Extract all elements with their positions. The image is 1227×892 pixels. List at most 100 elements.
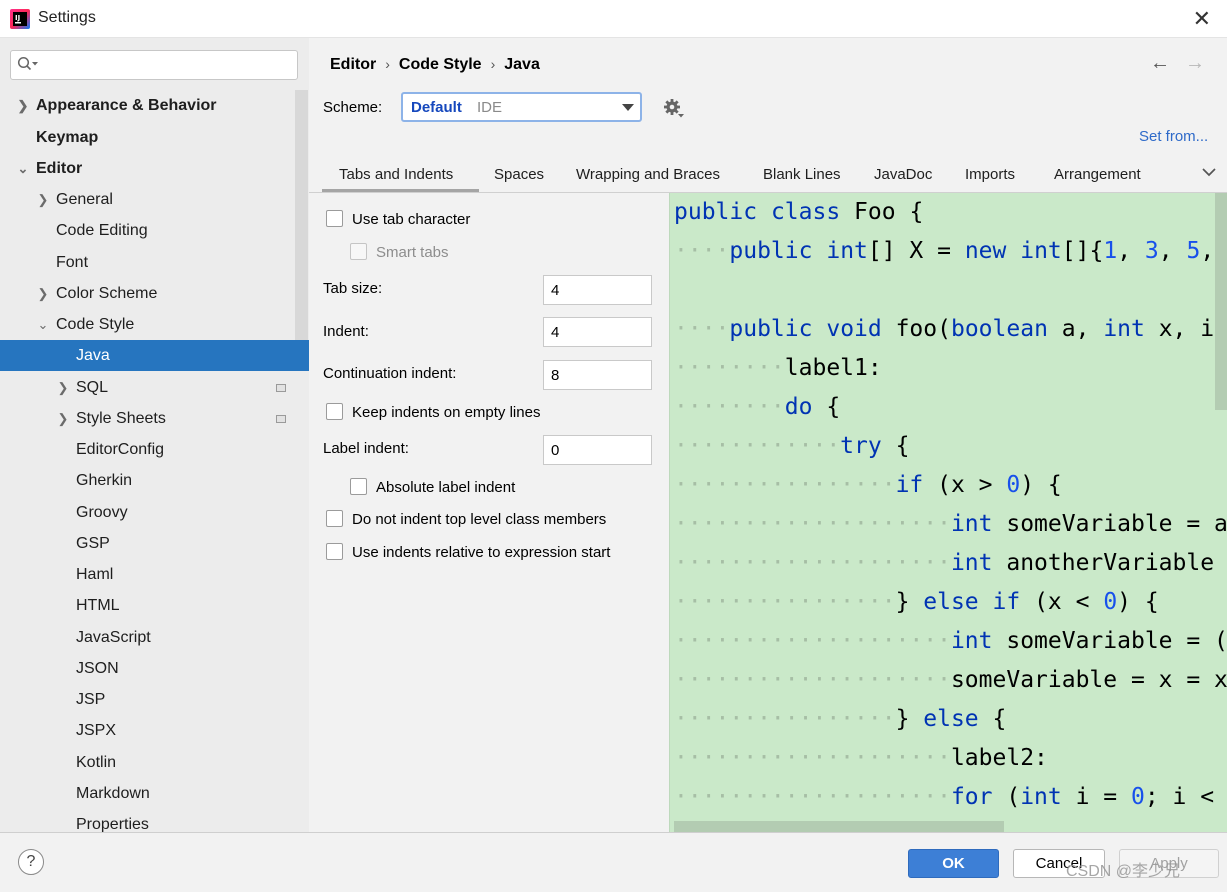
help-icon[interactable]: ? bbox=[18, 849, 44, 875]
tree-item-gherkin[interactable]: Gherkin bbox=[0, 465, 309, 496]
checkbox-box[interactable] bbox=[350, 242, 367, 260]
tab-size-field[interactable] bbox=[543, 275, 652, 305]
active-tab-indicator bbox=[322, 189, 479, 192]
tree-item-color-scheme[interactable]: ❯ Color Scheme bbox=[0, 278, 309, 309]
tree-item-groovy[interactable]: Groovy bbox=[0, 497, 309, 528]
indent-label: Indent: bbox=[323, 323, 369, 340]
tree-item-label: JSON bbox=[76, 660, 119, 677]
tree-item-label: Code Editing bbox=[56, 222, 148, 239]
continuation-indent-label: Continuation indent: bbox=[323, 365, 457, 382]
smart-tabs-checkbox[interactable]: Smart tabs bbox=[350, 242, 449, 263]
absolute-label-indent-checkbox[interactable]: Absolute label indent bbox=[350, 477, 516, 498]
code-line: ········do { bbox=[674, 394, 841, 420]
tree-item-javascript[interactable]: JavaScript bbox=[0, 622, 309, 653]
preview-scrollbar-vertical[interactable] bbox=[1215, 193, 1227, 410]
tree-item-label: JavaScript bbox=[76, 629, 151, 646]
breadcrumb-separator-icon: › bbox=[385, 56, 390, 72]
checkbox-box[interactable] bbox=[326, 209, 343, 227]
tree-item-code-editing[interactable]: Code Editing bbox=[0, 215, 309, 246]
tree-item-label: GSP bbox=[76, 535, 110, 552]
code-line: ····public void foo(boolean a, int x, in bbox=[674, 316, 1227, 342]
tree-item-style-sheets[interactable]: ❯ Style Sheets bbox=[0, 403, 309, 434]
checkbox-label: Do not indent top level class members bbox=[352, 511, 607, 528]
dropdown-arrow-icon bbox=[622, 104, 634, 111]
scheme-dropdown[interactable]: Default IDE bbox=[401, 92, 642, 122]
checkbox-box[interactable] bbox=[350, 477, 367, 495]
tree-item-keymap[interactable]: Keymap bbox=[0, 122, 309, 153]
svg-text:IJ: IJ bbox=[15, 14, 20, 22]
tree-item-label: Code Style bbox=[56, 316, 135, 333]
code-preview[interactable]: public class Foo {····public int[] X = n… bbox=[669, 193, 1227, 832]
tree-item-haml[interactable]: Haml bbox=[0, 559, 309, 590]
tree-item-label: Properties bbox=[76, 816, 149, 832]
tree-item-markdown[interactable]: Markdown bbox=[0, 778, 309, 809]
search-input[interactable] bbox=[39, 53, 293, 77]
code-line: ····public int[] X = new int[]{1, 3, 5, bbox=[674, 238, 1215, 264]
tree-item-code-style[interactable]: ⌄ Code Style bbox=[0, 309, 309, 340]
checkbox-label: Absolute label indent bbox=[376, 479, 516, 496]
gear-icon[interactable] bbox=[663, 98, 687, 120]
tree-item-appearance-behavior[interactable]: ❯ Appearance & Behavior bbox=[0, 90, 309, 121]
tree-item-json[interactable]: JSON bbox=[0, 653, 309, 684]
tree-item-java[interactable]: Java bbox=[0, 340, 309, 371]
search-icon bbox=[17, 56, 38, 71]
tree-item-properties[interactable]: Properties bbox=[0, 809, 309, 832]
settings-tree: ❯ Appearance & Behavior Keymap ⌄ Editor … bbox=[0, 38, 309, 832]
code-line: ········label1: bbox=[674, 355, 882, 381]
tab-javadoc[interactable]: JavaDoc bbox=[874, 166, 932, 183]
tree-item-label: Haml bbox=[76, 566, 114, 583]
tree-item-sql[interactable]: ❯ SQL bbox=[0, 372, 309, 403]
chevron-down-icon[interactable]: ⌄ bbox=[16, 153, 30, 184]
tree-item-label: Style Sheets bbox=[76, 410, 166, 427]
code-line: ····················label2: bbox=[674, 745, 1048, 771]
tree-item-label: JSP bbox=[76, 691, 106, 708]
tree-item-kotlin[interactable]: Kotlin bbox=[0, 747, 309, 778]
tab-imports[interactable]: Imports bbox=[965, 166, 1015, 183]
ok-button[interactable]: OK bbox=[908, 849, 999, 878]
tree-item-editor[interactable]: ⌄ Editor bbox=[0, 153, 309, 184]
chevron-right-icon[interactable]: ❯ bbox=[36, 184, 50, 215]
code-line: ················} else if (x < 0) { bbox=[674, 589, 1159, 615]
chevron-right-icon[interactable]: ❯ bbox=[16, 90, 30, 121]
preview-scrollbar-horizontal[interactable] bbox=[674, 821, 1004, 832]
no-indent-top-level-checkbox[interactable]: Do not indent top level class members bbox=[326, 509, 607, 530]
checkbox-box[interactable] bbox=[326, 542, 343, 560]
tab-blank-lines[interactable]: Blank Lines bbox=[763, 166, 841, 183]
set-from-link[interactable]: Set from... bbox=[1139, 128, 1208, 145]
chevron-down-icon[interactable] bbox=[1201, 166, 1217, 178]
tab-wrapping-and-braces[interactable]: Wrapping and Braces bbox=[576, 166, 720, 183]
scheme-label: Scheme: bbox=[323, 99, 383, 116]
checkbox-box[interactable] bbox=[326, 509, 343, 527]
indents-relative-expression-checkbox[interactable]: Use indents relative to expression start bbox=[326, 542, 610, 563]
tree-item-general[interactable]: ❯ General bbox=[0, 184, 309, 215]
search-field[interactable] bbox=[10, 50, 298, 80]
tree-item-gsp[interactable]: GSP bbox=[0, 528, 309, 559]
indent-field[interactable] bbox=[543, 317, 652, 347]
code-line: ····················int someVariable = a bbox=[674, 511, 1227, 537]
label-indent-field[interactable] bbox=[543, 435, 652, 465]
tab-bar: Tabs and Indents Spaces Wrapping and Bra… bbox=[309, 158, 1227, 193]
scheme-kind: IDE bbox=[477, 99, 503, 116]
use-tab-character-checkbox[interactable]: Use tab character bbox=[326, 209, 470, 230]
breadcrumb-item: Java bbox=[504, 56, 540, 73]
chevron-right-icon[interactable]: ❯ bbox=[56, 372, 70, 403]
tree-item-jsp[interactable]: JSP bbox=[0, 684, 309, 715]
tree-item-font[interactable]: Font bbox=[0, 247, 309, 278]
keep-indents-empty-lines-checkbox[interactable]: Keep indents on empty lines bbox=[326, 402, 540, 423]
chevron-right-icon[interactable]: ❯ bbox=[56, 403, 70, 434]
checkbox-box[interactable] bbox=[326, 402, 343, 420]
tree-item-jspx[interactable]: JSPX bbox=[0, 715, 309, 746]
tab-spaces[interactable]: Spaces bbox=[494, 166, 544, 183]
tree-item-editorconfig[interactable]: EditorConfig bbox=[0, 434, 309, 465]
continuation-indent-field[interactable] bbox=[543, 360, 652, 390]
arrow-left-icon[interactable]: ← bbox=[1150, 52, 1170, 75]
chevron-down-icon[interactable]: ⌄ bbox=[36, 309, 50, 340]
tab-arrangement[interactable]: Arrangement bbox=[1054, 166, 1141, 183]
arrow-right-icon[interactable]: → bbox=[1185, 52, 1205, 75]
code-line: ················if (x > 0) { bbox=[674, 472, 1062, 498]
chevron-right-icon[interactable]: ❯ bbox=[36, 278, 50, 309]
tab-tabs-and-indents[interactable]: Tabs and Indents bbox=[339, 166, 453, 183]
intellij-idea-icon: IJ bbox=[10, 9, 30, 29]
close-icon[interactable]: ✕ bbox=[1193, 6, 1211, 32]
tree-item-html[interactable]: HTML bbox=[0, 590, 309, 621]
